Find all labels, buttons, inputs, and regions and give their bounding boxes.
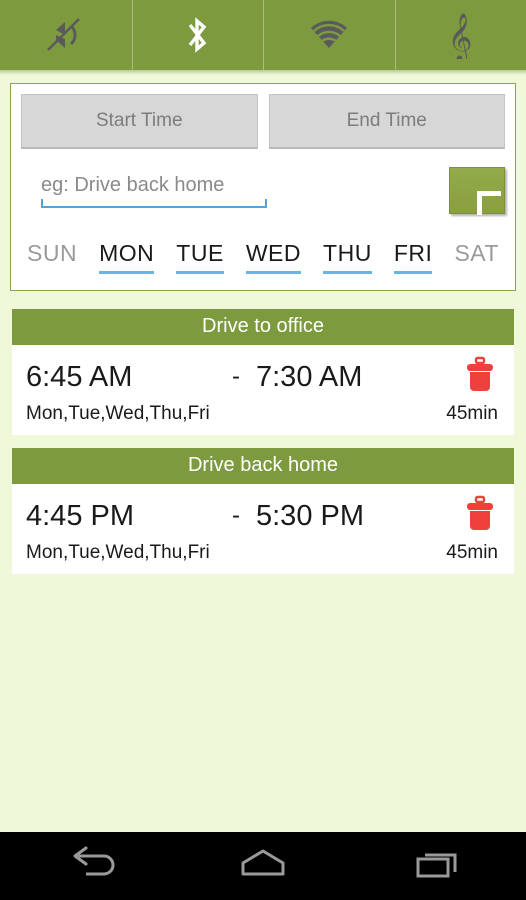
schedule-title-input[interactable] bbox=[41, 173, 267, 199]
schedule-end-time: 7:30 AM bbox=[256, 360, 363, 393]
schedule-dash: - bbox=[232, 502, 240, 529]
day-toggle-fri[interactable]: FRI bbox=[393, 240, 433, 274]
tabbar-shadow bbox=[0, 70, 526, 75]
day-toggle-sat[interactable]: SAT bbox=[454, 240, 499, 274]
add-schedule-button[interactable] bbox=[449, 167, 505, 215]
schedule-duration: 45min bbox=[446, 403, 498, 424]
tab-bluetooth[interactable] bbox=[131, 0, 264, 70]
schedule-title: Drive to office bbox=[12, 309, 514, 345]
schedule-dash: - bbox=[232, 363, 240, 390]
recents-icon bbox=[410, 846, 466, 887]
schedule-times-row: 6:45 AM - 7:30 AM bbox=[26, 353, 500, 401]
volume-mute-icon bbox=[43, 15, 89, 55]
end-time-button[interactable]: End Time bbox=[268, 94, 505, 149]
back-icon bbox=[60, 846, 116, 887]
nav-home-button[interactable] bbox=[175, 846, 350, 887]
schedule-title: Drive back home bbox=[12, 448, 514, 484]
schedule-item[interactable]: Drive to office 6:45 AM - 7:30 AM Mon,Tu… bbox=[12, 309, 514, 435]
start-time-button[interactable]: Start Time bbox=[21, 94, 258, 149]
schedule-times-row: 4:45 PM - 5:30 PM bbox=[26, 492, 500, 540]
schedule-days: Mon,Tue,Wed,Thu,Fri bbox=[26, 542, 210, 563]
trash-icon bbox=[464, 356, 496, 399]
wifi-icon bbox=[307, 18, 351, 52]
schedule-duration: 45min bbox=[446, 542, 498, 563]
nav-back-button[interactable] bbox=[0, 846, 175, 887]
status-tab-bar: 𝄞 bbox=[0, 0, 526, 70]
bluetooth-icon bbox=[180, 13, 214, 57]
day-toggle-mon[interactable]: MON bbox=[99, 240, 155, 274]
title-input-wrapper bbox=[41, 173, 267, 208]
schedule-body: 6:45 AM - 7:30 AM Mon,Tue,Wed,Thu,Fri 45… bbox=[12, 345, 514, 435]
schedule-list: Drive to office 6:45 AM - 7:30 AM Mon,Tu… bbox=[0, 309, 526, 574]
time-buttons-row: Start Time End Time bbox=[21, 94, 505, 149]
day-toggle-thu[interactable]: THU bbox=[323, 240, 372, 274]
schedule-start-time: 6:45 AM bbox=[26, 360, 133, 393]
title-input-row bbox=[21, 167, 505, 215]
schedule-start-time: 4:45 PM bbox=[26, 499, 134, 532]
home-icon bbox=[235, 846, 291, 887]
day-toggle-tue[interactable]: TUE bbox=[176, 240, 224, 274]
schedule-item[interactable]: Drive back home 4:45 PM - 5:30 PM Mon,Tu… bbox=[12, 448, 514, 574]
schedule-form-card: Start Time End Time SUN MON TUE WED THU … bbox=[10, 83, 516, 291]
day-selector: SUN MON TUE WED THU FRI SAT bbox=[21, 240, 505, 278]
schedule-end-time: 5:30 PM bbox=[256, 499, 364, 532]
day-toggle-sun[interactable]: SUN bbox=[27, 240, 77, 274]
tab-silent[interactable] bbox=[0, 0, 132, 70]
svg-text:𝄞: 𝄞 bbox=[448, 12, 473, 59]
schedule-body: 4:45 PM - 5:30 PM Mon,Tue,Wed,Thu,Fri 45… bbox=[12, 484, 514, 574]
schedule-days: Mon,Tue,Wed,Thu,Fri bbox=[26, 403, 210, 424]
schedule-meta-row: Mon,Tue,Wed,Thu,Fri 45min bbox=[26, 542, 500, 564]
android-navigation-bar bbox=[0, 832, 526, 900]
delete-schedule-button[interactable] bbox=[460, 356, 500, 399]
trash-icon bbox=[464, 495, 496, 538]
tab-music[interactable]: 𝄞 bbox=[394, 0, 526, 70]
day-toggle-wed[interactable]: WED bbox=[245, 240, 302, 274]
input-underline bbox=[41, 198, 267, 208]
nav-recents-button[interactable] bbox=[351, 846, 526, 887]
schedule-meta-row: Mon,Tue,Wed,Thu,Fri 45min bbox=[26, 403, 500, 425]
tab-wifi[interactable] bbox=[263, 0, 395, 70]
music-note-icon: 𝄞 bbox=[443, 11, 477, 59]
delete-schedule-button[interactable] bbox=[460, 495, 500, 538]
